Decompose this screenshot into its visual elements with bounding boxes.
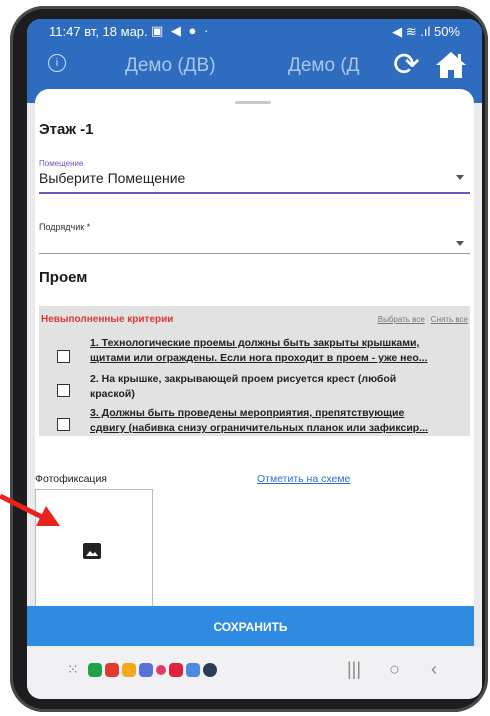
apps-grid-icon[interactable]: ⁙ <box>67 661 79 678</box>
home-icon[interactable] <box>435 50 467 80</box>
app-icon[interactable] <box>185 662 200 677</box>
clear-all-link[interactable]: Снять все <box>431 315 468 324</box>
system-nav-bar: ⁙ ||| ○ ‹ <box>27 647 482 699</box>
select-all-link[interactable]: Выбрать все <box>378 315 425 324</box>
drag-handle[interactable] <box>235 101 271 104</box>
criteria-checkbox[interactable] <box>57 418 70 431</box>
app-icon[interactable] <box>202 662 217 677</box>
app-icon[interactable] <box>121 662 136 677</box>
info-icon[interactable]: i <box>48 54 66 72</box>
opening-title: Проем <box>39 269 88 286</box>
app-icon[interactable] <box>138 662 153 677</box>
app-icon[interactable] <box>87 662 102 677</box>
photo-label: Фотофиксация <box>35 473 107 485</box>
mark-on-scheme-link[interactable]: Отметить на схеме <box>257 473 350 485</box>
status-bar: 11:47 вт, 18 мар. ▣ ◀ ● · ◀ ≋ .ıl 50% <box>27 19 482 43</box>
app-icon[interactable] <box>155 664 166 675</box>
criteria-panel: Невыполненные критерии Выбрать все Снять … <box>39 306 470 436</box>
recents-icon[interactable]: ||| <box>347 659 361 680</box>
save-button[interactable]: СОХРАНИТЬ <box>27 606 474 646</box>
room-field-underline <box>39 192 470 194</box>
app-icon[interactable] <box>168 662 183 677</box>
criteria-item-text[interactable]: 2. На крышке, закрывающей проем рисуется… <box>90 372 468 402</box>
chevron-down-icon[interactable] <box>456 241 464 246</box>
room-field-label: Помещение <box>39 159 84 168</box>
phone-screen: 11:47 вт, 18 мар. ▣ ◀ ● · ◀ ≋ .ıl 50% i … <box>27 19 482 699</box>
annotation-arrow <box>0 493 60 526</box>
status-time: 11:47 вт, 18 мар. <box>49 24 148 39</box>
form-sheet: Этаж -1 Помещение Выберите Помещение Под… <box>35 89 474 646</box>
contractor-field-label: Подрядчик * <box>39 222 91 232</box>
home-nav-icon[interactable]: ○ <box>389 659 400 680</box>
notification-icons: ▣ ◀ ● · <box>151 23 211 38</box>
app-icon[interactable] <box>104 662 119 677</box>
criteria-item-text[interactable]: 1. Технологические проемы должны быть за… <box>90 336 468 366</box>
sync-icon[interactable]: ⟳ <box>393 48 420 80</box>
tab-demo-d[interactable]: Демо (Д <box>288 55 360 77</box>
criteria-checkbox[interactable] <box>57 350 70 363</box>
contractor-select[interactable] <box>39 253 470 254</box>
criteria-title: Невыполненные критерии <box>41 314 174 325</box>
chevron-down-icon[interactable] <box>456 175 464 180</box>
tab-demo-dv[interactable]: Демо (ДВ) <box>125 55 216 77</box>
floor-title: Этаж -1 <box>39 121 94 138</box>
image-icon <box>83 543 101 559</box>
battery-level: ◀ ≋ .ıl 50% <box>392 24 460 39</box>
criteria-actions: Выбрать все Снять все <box>372 315 468 324</box>
room-select[interactable]: Выберите Помещение <box>39 170 185 186</box>
criteria-item-text[interactable]: 3. Должны быть проведены мероприятия, пр… <box>90 406 468 436</box>
criteria-checkbox[interactable] <box>57 384 70 397</box>
back-icon[interactable]: ‹ <box>431 659 437 680</box>
app-dock: ⁙ <box>67 661 217 678</box>
